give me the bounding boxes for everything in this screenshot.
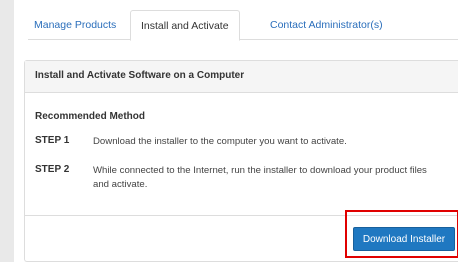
tab-contact-administrators[interactable]: Contact Administrator(s) — [270, 10, 383, 40]
tab-manage-products[interactable]: Manage Products — [34, 10, 116, 40]
tab-install-and-activate[interactable]: Install and Activate — [130, 10, 240, 41]
tab-bar: Manage Products Install and Activate Con… — [28, 10, 458, 41]
download-installer-button[interactable]: Download Installer — [353, 227, 455, 251]
recommended-method-title: Recommended Method — [35, 111, 146, 122]
step-2-text: While connected to the Internet, run the… — [93, 165, 427, 190]
step-2-label: STEP 2 — [35, 164, 70, 175]
install-panel: Install and Activate Software on a Compu… — [24, 60, 458, 262]
step-1-text: Download the installer to the computer y… — [93, 136, 347, 147]
step-1-label: STEP 1 — [35, 135, 70, 146]
panel-heading: Install and Activate Software on a Compu… — [25, 61, 458, 93]
